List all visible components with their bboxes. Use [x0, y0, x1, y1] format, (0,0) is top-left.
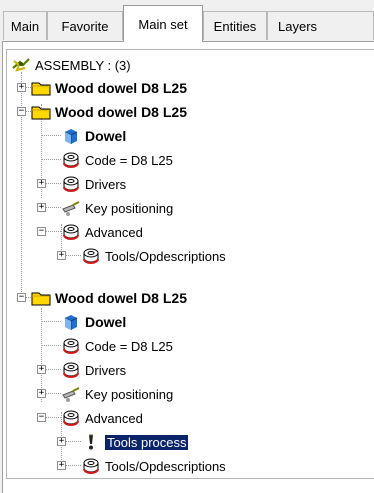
tree-node-label: Dowel	[85, 314, 127, 330]
expand-toggle[interactable]: +	[17, 83, 26, 92]
folder-icon	[31, 106, 51, 120]
tree-node-advanced[interactable]: Advanced	[61, 406, 143, 430]
tree-node-dowel[interactable]: Dowel	[61, 310, 126, 334]
expand-toggle[interactable]: +	[37, 389, 46, 398]
tree-node-tools-opdescriptions[interactable]: Tools/Opdescriptions	[81, 244, 226, 268]
tree-node-label: Code = D8 L25	[85, 338, 173, 354]
tree-node-wood-dowel[interactable]: Wood dowel D8 L25	[31, 286, 187, 310]
disk-icon	[63, 338, 79, 354]
tree-node-key-positioning[interactable]: Key positioning	[61, 196, 173, 220]
collapse-toggle[interactable]: −	[37, 227, 46, 236]
dowel-icon	[64, 315, 78, 330]
tree-node-wood-dowel[interactable]: Wood dowel D8 L25	[31, 100, 187, 124]
collapse-toggle[interactable]: −	[37, 413, 46, 422]
tree-node-label: Wood dowel D8 L25	[55, 104, 187, 120]
tree-node-label: Advanced	[85, 224, 143, 240]
tree-node-label: Key positioning	[85, 386, 174, 402]
tree-node-advanced[interactable]: Advanced	[61, 220, 143, 244]
disk-icon	[83, 248, 99, 264]
disk-icon	[63, 362, 79, 378]
tree-node-drivers[interactable]: Drivers	[61, 358, 126, 382]
disk-icon	[63, 224, 79, 240]
expand-toggle[interactable]: +	[57, 251, 66, 260]
expand-toggle[interactable]: +	[37, 365, 46, 374]
tree-node-code[interactable]: Code = D8 L25	[61, 334, 173, 358]
tree-node-label: Tools/Opdescriptions	[105, 248, 226, 264]
folder-icon	[31, 292, 51, 306]
tree-node-label: Dowel	[85, 128, 127, 144]
tree-node-dowel[interactable]: Dowel	[61, 124, 126, 148]
expand-toggle[interactable]: +	[57, 461, 66, 470]
expand-toggle[interactable]: +	[37, 203, 46, 212]
tab-entities[interactable]: Entities	[203, 11, 267, 40]
disk-icon	[63, 176, 79, 192]
disk-icon	[83, 458, 99, 474]
tree-node-label: ASSEMBLY : (3)	[35, 57, 131, 73]
dowel-icon	[64, 129, 78, 144]
key-positioning-icon	[62, 201, 80, 216]
tree-node-key-positioning[interactable]: Key positioning	[61, 382, 173, 406]
tree-node-label: Code = D8 L25	[85, 152, 173, 168]
expand-toggle[interactable]: +	[57, 437, 66, 446]
tree-node-label: Advanced	[85, 410, 143, 426]
tab-layers[interactable]: Layers	[267, 11, 374, 40]
tree-node-label: Tools process	[103, 433, 190, 451]
key-positioning-icon	[62, 387, 80, 402]
exclamation-icon	[89, 434, 93, 450]
tree-node-code[interactable]: Code = D8 L25	[61, 148, 173, 172]
tree-node-label: Drivers	[85, 176, 127, 192]
disk-icon	[63, 410, 79, 426]
tree-node-label: Wood dowel D8 L25	[55, 290, 187, 306]
disk-icon	[63, 152, 79, 168]
tab-favorite[interactable]: Favorite	[47, 11, 123, 40]
tree-node-tools-opdescriptions[interactable]: Tools/Opdescriptions	[81, 454, 226, 478]
tree-node-label: Key positioning	[85, 200, 174, 216]
tree-node-drivers[interactable]: Drivers	[61, 172, 126, 196]
folder-icon	[31, 82, 51, 96]
tab-main[interactable]: Main	[3, 11, 47, 40]
tree-node-label: Drivers	[85, 362, 127, 378]
tree-root-assembly[interactable]: ASSEMBLY : (3)	[11, 53, 131, 77]
collapse-toggle[interactable]: −	[17, 107, 26, 116]
collapse-toggle[interactable]: −	[17, 293, 26, 302]
assembly-icon	[12, 58, 30, 72]
tree-node-wood-dowel[interactable]: Wood dowel D8 L25	[31, 76, 187, 100]
tab-bar: Main Favorite Main set Entities Layers	[0, 0, 374, 46]
assembly-tree[interactable]: + − + + − + − + + − + + ASSEMBLY : (3) W…	[6, 49, 374, 479]
expand-toggle[interactable]: +	[37, 179, 46, 188]
tree-node-tools-process[interactable]: Tools process	[81, 430, 190, 454]
tab-main-set[interactable]: Main set	[123, 5, 203, 42]
tree-node-label: Tools/Opdescriptions	[105, 458, 226, 474]
tree-node-label: Wood dowel D8 L25	[55, 80, 187, 96]
